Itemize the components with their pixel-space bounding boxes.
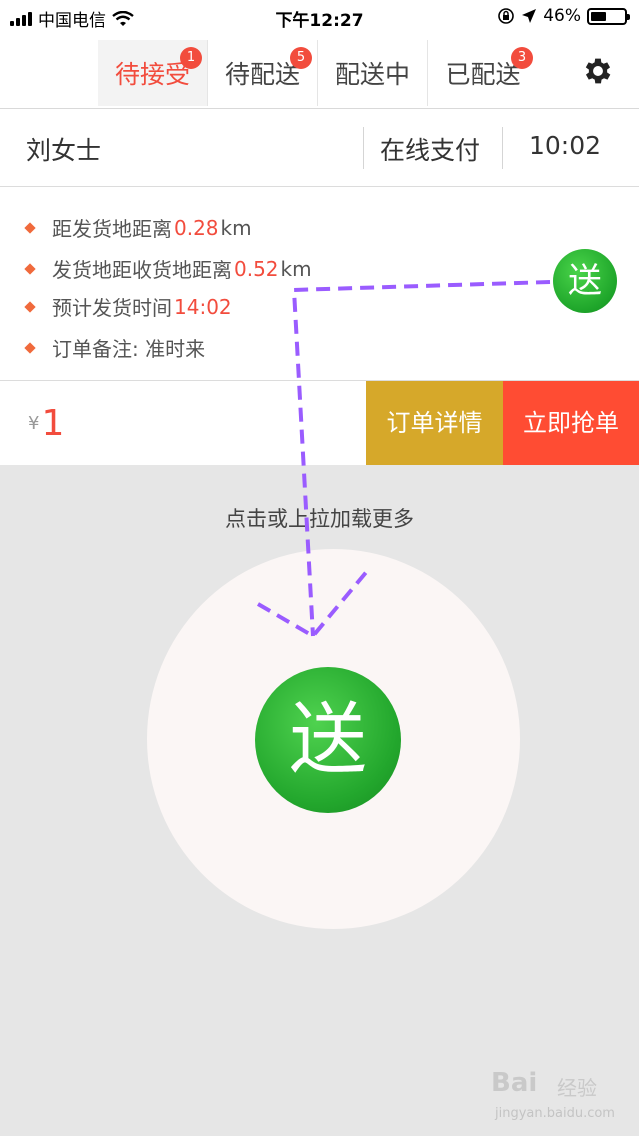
tab-label: 待接受 [114,60,190,89]
status-right: 46% [497,6,630,26]
tab-label: 待配送 [224,60,300,89]
bullet-icon [24,341,36,354]
watermark-sub: 经验 [557,1076,597,1100]
order-summary-row: 刘女士 在线支付 10:02 [0,109,639,187]
tab-pending-accept[interactable]: 待接受 1 [98,40,208,106]
tab-delivered[interactable]: 已配送 3 [428,40,538,106]
order-time: 10:02 [529,131,602,160]
load-more-link[interactable]: 点击或上拉加载更多 [0,503,639,533]
divider [363,127,364,169]
detail-unit: km [220,215,252,240]
tab-badge: 1 [180,47,202,69]
tab-label: 已配送 [445,60,521,89]
detail-row: 发货地距收货地距离 0.52 km [24,254,312,283]
battery-percent: 46% [543,6,581,26]
payment-method: 在线支付 [380,136,481,165]
detail-row: 订单备注: 准时来 [24,333,206,362]
watermark-url: jingyan.baidu.com [495,1106,615,1121]
detail-label: 预计发货时间 [52,296,172,320]
location-arrow-icon [522,9,537,23]
currency-symbol: ¥ [28,413,40,434]
order-card: 刘女士 在线支付 10:02 距发货地距离 0.28 km 发货地距收货地距离 … [0,109,639,465]
tab-label: 配送中 [334,60,410,89]
grab-order-button[interactable]: 立即抢单 [503,381,639,465]
status-bar: 中国电信 下午12:27 46% [0,0,639,36]
settings-gear-icon[interactable] [581,54,615,88]
divider [502,127,503,169]
bullet-icon [24,221,36,234]
send-icon-enlarged: 送 [255,667,401,813]
bullet-icon [24,300,36,313]
customer-name: 刘女士 [26,136,102,165]
order-details: 距发货地距离 0.28 km 发货地距收货地距离 0.52 km 预计发货时间 … [0,187,639,381]
battery-icon [587,7,630,25]
detail-label: 距发货地距离 [52,217,172,241]
tab-pending-delivery[interactable]: 待配送 5 [208,40,318,106]
tab-delivering[interactable]: 配送中 [318,40,428,106]
detail-label: 订单备注: 准时来 [52,337,206,361]
detail-row: 距发货地距离 0.28 km [24,213,252,242]
bullet-icon [24,262,36,275]
detail-row: 预计发货时间 14:02 [24,292,234,321]
order-action-row: ¥1 订单详情 立即抢单 [0,381,639,465]
tab-bar: 待接受 1 待配送 5 配送中 已配送 3 [98,40,538,106]
orientation-lock-icon [498,8,515,24]
price-value: 1 [41,403,65,444]
order-detail-button[interactable]: 订单详情 [366,381,503,465]
send-badge-button[interactable]: 送 [553,249,617,313]
order-tabs-header: 待接受 1 待配送 5 配送中 已配送 3 [0,36,639,109]
tab-badge: 3 [511,47,533,69]
detail-label: 发货地距收货地距离 [52,258,232,282]
watermark-main: Bai [491,1068,538,1098]
order-price: ¥1 [28,403,64,444]
detail-value: 0.28 [174,215,219,240]
detail-value: 0.52 [234,256,279,281]
tab-badge: 5 [290,47,312,69]
detail-unit: km [280,256,312,281]
baidu-jingyan-watermark: Bai 经验 jingyan.baidu.com [491,1068,615,1128]
detail-value: 14:02 [174,294,232,319]
